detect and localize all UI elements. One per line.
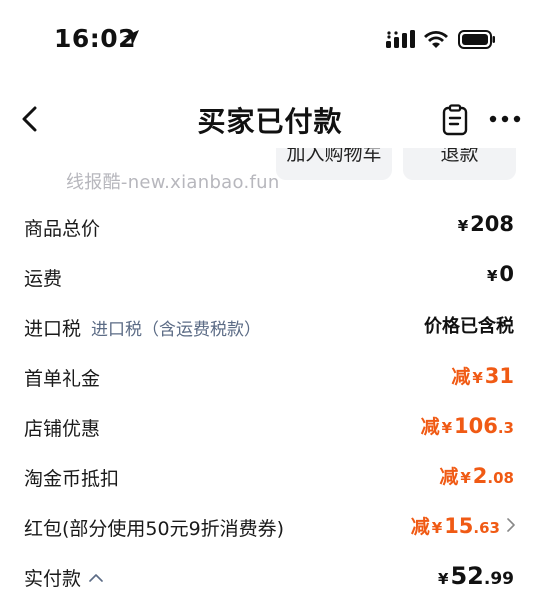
import-tax-sublabel: 进口税（含运费税款） [91,320,262,340]
status-bar: 16:02 [0,0,540,80]
discount-prefix: 减 [451,366,471,388]
discount-prefix: 减 [420,416,440,438]
row-red-packet[interactable]: 红包(部分使用50元9折消费券) 减 ¥15.63 [0,502,540,552]
currency-symbol: ¥ [472,369,483,387]
discount-prefix: 减 [439,466,459,488]
row-value: ¥208 [456,212,514,236]
amount: 31 [484,364,514,388]
amount: 0 [499,262,514,286]
row-coin-deduction: 淘金币抵扣 减 ¥2.08 [0,452,540,502]
row-label: 运费 [24,268,63,290]
amount: 208 [470,212,514,236]
row-value: 减 ¥31 [451,362,514,389]
refund-label: 退款 [440,148,479,165]
amount-integer: 106 [454,414,498,438]
amount-integer: 15 [444,514,474,538]
row-value: 减 ¥2.08 [439,462,514,489]
chevron-up-icon[interactable] [89,573,103,582]
row-value: ¥52.99 [436,562,514,590]
currency-symbol: ¥ [460,469,471,487]
watermark-text: 线报酷-new.xianbao.fun [66,172,280,193]
battery-icon [458,30,495,49]
actual-payment-label: 实付款 [24,568,82,590]
add-to-cart-label: 加入购物车 [286,148,382,165]
amount-decimal: .63 [473,519,500,537]
row-label: 实付款 [24,564,103,591]
row-label: 红包(部分使用50元9折消费券) [24,518,285,540]
row-label: 进口税 进口税（含运费税款） [24,314,261,341]
row-first-order-gift: 首单礼金 减 ¥31 [0,352,540,402]
row-value: ¥0 [485,262,514,286]
currency-symbol: ¥ [486,267,498,285]
refund-button[interactable]: 退款 [403,148,516,180]
location-arrow-icon [123,30,139,46]
row-label: 首单礼金 [24,368,101,390]
currency-symbol: ¥ [457,217,469,235]
amount-decimal: .3 [497,419,514,437]
currency-symbol: ¥ [431,519,443,537]
discount-prefix: 减 [410,516,430,538]
row-import-tax: 进口税 进口税（含运费税款） 价格已含税 [0,302,540,352]
amount-decimal: .08 [487,469,514,487]
row-goods-total: 商品总价 ¥208 [0,202,540,252]
more-options-icon[interactable] [488,112,522,126]
cellular-signal-icon [386,30,415,48]
currency-symbol: ¥ [441,419,453,437]
row-label: 店铺优惠 [24,418,101,440]
wifi-icon [424,31,448,48]
row-value: 减 ¥15.63 [411,512,516,539]
row-value: 减 ¥106.3 [421,412,514,439]
row-value: 价格已含税 [424,316,514,337]
navigation-bar: 买家已付款 [0,90,540,148]
clipboard-icon[interactable] [441,104,469,136]
row-label: 淘金币抵扣 [24,468,120,490]
import-tax-label: 进口税 [24,318,82,340]
amount-integer: 52 [450,562,484,590]
amount-decimal: .99 [483,569,514,589]
amount-integer: 2 [472,464,488,488]
add-to-cart-button[interactable]: 加入购物车 [276,148,392,180]
currency-symbol: ¥ [438,570,449,588]
row-store-discount: 店铺优惠 减 ¥106.3 [0,402,540,452]
chevron-right-icon [507,518,515,532]
row-actual-payment[interactable]: 实付款 ¥52.99 [0,552,540,602]
row-shipping: 运费 ¥0 [0,252,540,302]
row-label: 商品总价 [24,218,101,240]
